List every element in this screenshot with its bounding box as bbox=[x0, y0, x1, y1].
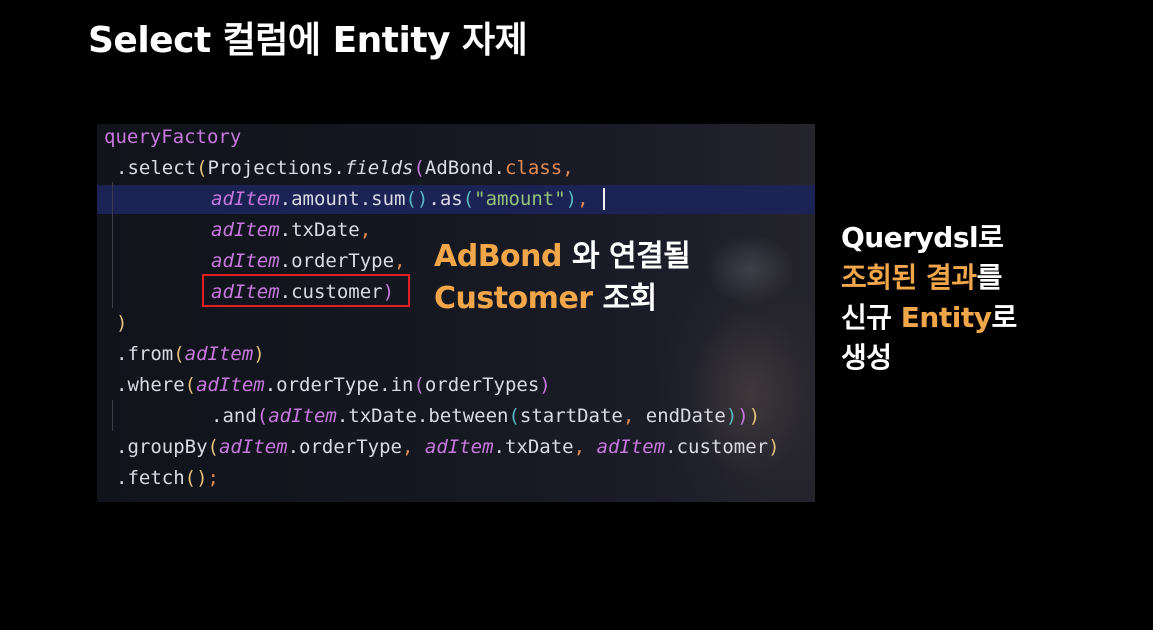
code-token: adItem bbox=[268, 405, 337, 427]
code-line-8: .from(adItem) bbox=[116, 339, 265, 370]
code-line-1: queryFactory bbox=[104, 124, 241, 153]
code-token: , bbox=[562, 157, 574, 179]
code-line-3: adItem.amount.sum().as("amount"), bbox=[211, 184, 589, 215]
code-token: .customer bbox=[665, 436, 769, 458]
code-line-11: .groupBy(adItem.orderType, adItem.txDate… bbox=[116, 432, 780, 463]
side-note-highlight: Entity bbox=[900, 301, 992, 334]
code-token: .orderType bbox=[287, 436, 402, 458]
slide-title: Select 컬럼에 Entity 자제 bbox=[88, 20, 528, 61]
side-note-text: 를 bbox=[976, 261, 1003, 294]
code-token: "amount" bbox=[474, 188, 566, 210]
side-note-line-4: 생성 bbox=[841, 341, 892, 374]
code-token: adItem bbox=[196, 374, 265, 396]
code-token: .txDate.between bbox=[336, 405, 509, 427]
code-token: .groupBy bbox=[116, 436, 208, 458]
code-token: adItem bbox=[211, 219, 280, 241]
code-token: .select bbox=[116, 157, 197, 179]
code-token: , bbox=[359, 219, 372, 241]
code-line-12: .fetch(); bbox=[116, 463, 219, 494]
code-token: , bbox=[573, 436, 597, 458]
code-token: adItem bbox=[596, 436, 666, 458]
annotation-text: 조회 bbox=[592, 281, 658, 316]
code-line-5: adItem.orderType, bbox=[211, 246, 405, 277]
code-token: ) bbox=[768, 436, 780, 458]
code-token: .where bbox=[116, 374, 185, 396]
code-line-2: .select(Projections.fields(AdBond.class, bbox=[116, 153, 574, 184]
code-token: ) bbox=[748, 405, 761, 427]
code-token: ( bbox=[207, 436, 219, 458]
code-token: ( bbox=[462, 188, 475, 210]
code-token: ( bbox=[184, 374, 197, 396]
code-token: ) bbox=[253, 343, 265, 365]
code-token: class bbox=[504, 157, 563, 179]
code-token: Projections. bbox=[207, 157, 345, 179]
code-token: .and bbox=[211, 405, 257, 427]
code-token: ) bbox=[565, 188, 578, 210]
code-token: endDate bbox=[645, 405, 726, 427]
code-token: .orderType.in bbox=[264, 374, 414, 396]
code-token: ( bbox=[196, 157, 208, 179]
code-token: adItem bbox=[218, 436, 288, 458]
code-token: queryFactory bbox=[104, 126, 242, 148]
code-token: .fetch bbox=[116, 467, 185, 489]
code-annotation: AdBond 와 연결될 Customer 조회 bbox=[434, 236, 691, 320]
code-token: adItem bbox=[424, 436, 494, 458]
code-line-4: adItem.txDate, bbox=[211, 215, 371, 246]
code-token: adItem bbox=[184, 343, 254, 365]
code-token: , bbox=[577, 188, 589, 210]
code-token: ) bbox=[725, 405, 738, 427]
code-token: ( bbox=[173, 343, 185, 365]
code-token: ( bbox=[508, 405, 520, 427]
code-token: startDate bbox=[519, 405, 623, 427]
indent-guide bbox=[112, 182, 113, 308]
annotation-entity: AdBond bbox=[434, 239, 563, 274]
code-screenshot: queryFactory .select(Projections.fields(… bbox=[97, 124, 815, 502]
code-token: .as bbox=[428, 188, 463, 210]
code-token: ) bbox=[539, 374, 551, 396]
code-token: ( bbox=[413, 157, 425, 179]
background-figure-highlight bbox=[705, 234, 795, 304]
side-note-text: 로 bbox=[991, 301, 1017, 334]
code-token: ( bbox=[413, 374, 425, 396]
code-token: ) bbox=[737, 405, 749, 427]
code-token: ( bbox=[256, 405, 269, 427]
side-note-line-2: 조회된 결과를 bbox=[841, 258, 1017, 298]
code-token: adItem bbox=[211, 250, 280, 272]
annotation-line-2: Customer 조회 bbox=[434, 278, 690, 320]
code-token: .from bbox=[116, 343, 174, 365]
code-line-10: .and(adItem.txDate.between(startDate, en… bbox=[211, 401, 760, 432]
code-token: , bbox=[402, 436, 425, 458]
side-note-highlight: 조회된 결과 bbox=[841, 261, 977, 294]
code-token: .orderType bbox=[279, 250, 395, 272]
code-token: , bbox=[622, 405, 646, 427]
code-token: adItem bbox=[211, 188, 280, 210]
annotation-entity: Customer bbox=[434, 281, 593, 316]
code-line-9: .where(adItem.orderType.in(orderTypes) bbox=[116, 370, 551, 401]
code-token: () bbox=[405, 188, 429, 210]
annotation-text: 와 연결될 bbox=[562, 239, 691, 274]
highlight-box bbox=[202, 274, 410, 307]
code-token: fields bbox=[344, 157, 414, 179]
code-token: .amount.sum bbox=[279, 188, 406, 210]
text-caret bbox=[603, 188, 605, 210]
side-note: Querydsl로 조회된 결과를 신규 Entity로 생성 bbox=[841, 218, 1017, 378]
code-token: , bbox=[394, 250, 406, 272]
code-token: .txDate bbox=[279, 219, 360, 241]
code-token: ) bbox=[116, 312, 128, 334]
indent-guide bbox=[112, 400, 113, 431]
side-note-text: 신규 bbox=[841, 301, 901, 334]
code-token: orderTypes bbox=[424, 374, 540, 396]
code-token: AdBond. bbox=[424, 157, 505, 179]
code-token: .txDate bbox=[493, 436, 574, 458]
side-note-line-3: 신규 Entity로 bbox=[841, 298, 1017, 338]
code-line-7: ) bbox=[116, 308, 127, 339]
side-note-line-1: Querydsl로 bbox=[841, 221, 1004, 254]
code-token: () bbox=[184, 467, 208, 489]
code-token: ; bbox=[207, 467, 219, 489]
annotation-line-1: AdBond 와 연결될 bbox=[434, 236, 691, 278]
